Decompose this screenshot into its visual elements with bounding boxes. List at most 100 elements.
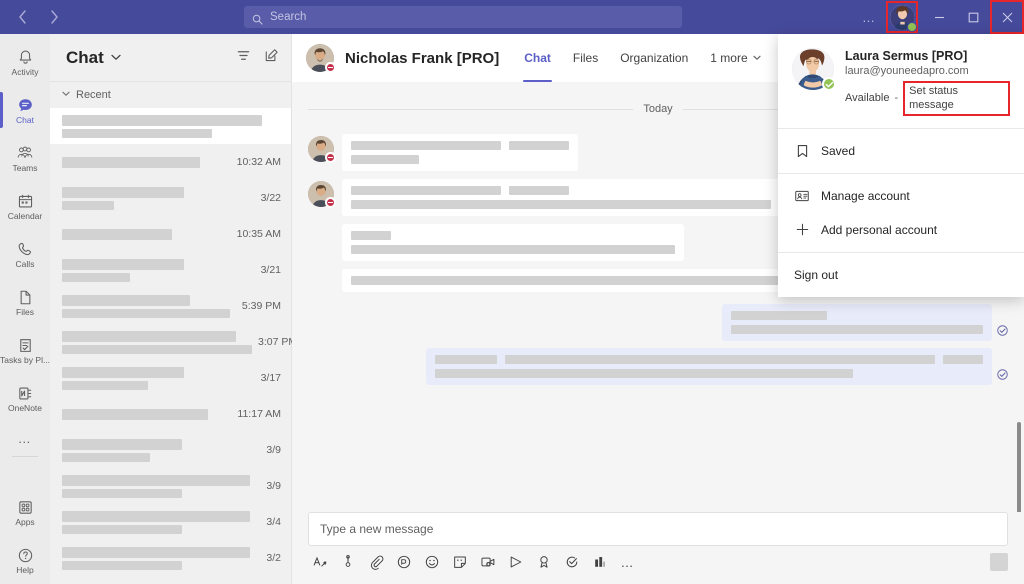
chat-list-item[interactable]: 3/22 <box>50 180 291 216</box>
rail-item-apps[interactable]: Apps <box>0 488 50 536</box>
redacted-message <box>62 128 212 138</box>
dropdown-group-signout: Sign out <box>778 253 1024 297</box>
chat-list-item[interactable]: 10:32 AM <box>50 144 291 180</box>
chat-list-section-recent[interactable]: Recent <box>50 82 291 108</box>
chat-item-preview <box>62 228 231 240</box>
availability-status[interactable]: Available <box>845 92 889 104</box>
tab-chat[interactable]: Chat <box>513 34 562 82</box>
send-icon[interactable] <box>990 553 1008 571</box>
menu-item-saved[interactable]: Saved <box>778 134 1024 168</box>
message-bubble[interactable] <box>342 224 684 261</box>
maximize-button[interactable] <box>956 0 990 34</box>
tab-label: 1 more <box>710 51 748 65</box>
message-bubble[interactable] <box>342 134 578 171</box>
poll-icon[interactable] <box>590 553 609 572</box>
settings-more-icon[interactable]: … <box>856 11 882 24</box>
redacted-text <box>505 355 935 364</box>
tab-files[interactable]: Files <box>562 34 609 82</box>
app-rail: Activity Chat Teams Calendar Calls Files… <box>0 34 50 584</box>
forward-icon[interactable] <box>43 6 65 28</box>
chat-list-item[interactable]: 3/17 <box>50 360 291 396</box>
rail-item-onenote[interactable]: OneNote <box>0 374 50 422</box>
redacted-line <box>351 231 675 240</box>
chat-bubble-icon <box>17 96 34 115</box>
chat-item-preview <box>62 294 236 318</box>
search-input[interactable]: Search <box>244 6 682 28</box>
chevron-down-icon[interactable] <box>111 53 121 63</box>
tab-label: Files <box>572 51 599 65</box>
account-profile: Laura Sermus [PRO] laura@youneedapro.com… <box>778 34 1024 128</box>
chat-list-item[interactable]: 10:35 AM <box>50 216 291 252</box>
tab-organization[interactable]: Organization <box>609 34 699 82</box>
chat-item-timestamp: 5:39 PM <box>241 300 281 312</box>
filter-icon[interactable] <box>236 48 251 68</box>
rail-item-teams[interactable]: Teams <box>0 134 50 182</box>
rail-item-calendar[interactable]: Calendar <box>0 182 50 230</box>
minimize-button[interactable] <box>922 0 956 34</box>
chat-list-item[interactable]: 3/2 <box>50 540 291 576</box>
user-avatar[interactable] <box>792 48 836 91</box>
rail-item-tasks[interactable]: Tasks by Pl... <box>0 326 50 374</box>
compose-new-chat-icon[interactable] <box>264 48 279 68</box>
message-bubble[interactable] <box>342 179 780 216</box>
back-icon[interactable] <box>11 6 33 28</box>
tab-one-more[interactable]: 1 more <box>699 34 771 82</box>
account-avatar-button[interactable] <box>886 1 918 33</box>
redacted-text <box>351 245 675 254</box>
rail-item-files[interactable]: Files <box>0 278 50 326</box>
emoji-icon[interactable] <box>422 553 441 572</box>
presence-busy-icon <box>325 62 336 73</box>
more-options-icon[interactable]: … <box>618 553 637 572</box>
menu-item-manage-account[interactable]: Manage account <box>778 179 1024 213</box>
chat-list-actions <box>236 48 279 68</box>
schedule-meeting-icon[interactable] <box>478 553 497 572</box>
chat-list-item[interactable]: 3/21 <box>50 252 291 288</box>
chat-list-item[interactable] <box>50 108 291 144</box>
redacted-name <box>62 330 236 342</box>
redacted-line <box>351 155 569 164</box>
chat-item-timestamp: 10:32 AM <box>236 156 281 168</box>
redacted-message <box>62 308 230 318</box>
chevron-down-icon <box>753 54 761 63</box>
redacted-message <box>62 452 150 462</box>
redacted-message <box>62 272 130 282</box>
set-status-message-button[interactable]: Set status message <box>903 81 1010 116</box>
rail-label: Activity <box>11 66 39 77</box>
redacted-line <box>351 245 675 254</box>
message-bubble[interactable] <box>426 348 992 385</box>
redacted-text <box>351 186 501 195</box>
message-input[interactable]: Type a new message <box>308 512 1008 546</box>
rail-label: Help <box>16 564 34 575</box>
rail-item-chat[interactable]: Chat <box>0 86 50 134</box>
redacted-name <box>62 546 250 558</box>
approvals-icon[interactable] <box>562 553 581 572</box>
apps-grid-icon <box>17 498 34 517</box>
close-button[interactable] <box>990 0 1024 34</box>
rail-more-apps-icon[interactable]: … <box>0 422 50 454</box>
chat-item-timestamp: 10:35 AM <box>236 228 281 240</box>
attach-file-icon[interactable] <box>366 553 385 572</box>
set-delivery-options-icon[interactable] <box>338 553 357 572</box>
message-scrollbar[interactable] <box>1017 422 1021 512</box>
rail-item-calls[interactable]: Calls <box>0 230 50 278</box>
chat-list-item[interactable]: 3/4 <box>50 504 291 540</box>
chat-list-item[interactable]: 5:39 PM <box>50 288 291 324</box>
calendar-icon <box>17 192 34 211</box>
stream-video-icon[interactable] <box>506 553 525 572</box>
rail-item-activity[interactable]: Activity <box>0 38 50 86</box>
rail-item-help[interactable]: Help <box>0 536 50 584</box>
chat-list-item[interactable]: 11:17 AM <box>50 396 291 432</box>
praise-icon[interactable] <box>534 553 553 572</box>
chat-list-item[interactable]: 3:07 PM <box>50 324 297 360</box>
message-outgoing <box>308 304 1008 341</box>
history-nav <box>0 6 70 28</box>
loop-component-icon[interactable] <box>394 553 413 572</box>
message-avatar <box>308 136 336 163</box>
format-text-icon[interactable] <box>310 553 329 572</box>
message-bubble[interactable] <box>722 304 992 341</box>
menu-item-add-personal-account[interactable]: Add personal account <box>778 213 1024 247</box>
giphy-sticker-icon[interactable] <box>450 553 469 572</box>
chat-list-item[interactable]: 3/9 <box>50 432 291 468</box>
menu-item-sign-out[interactable]: Sign out <box>778 258 1024 292</box>
chat-list-item[interactable]: 3/9 <box>50 468 291 504</box>
